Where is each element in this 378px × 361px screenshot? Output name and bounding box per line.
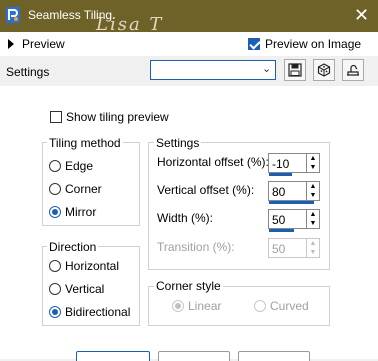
randomize-icon (347, 64, 359, 76)
width-value: 50 (272, 213, 286, 227)
help-button[interactable] (238, 351, 310, 361)
settings-label: Settings (6, 65, 50, 79)
mirror-label: Mirror (65, 205, 97, 219)
save-icon (288, 63, 302, 77)
randomize-button[interactable] (342, 59, 364, 81)
spin-arrows-icon: ▲ ▼ (306, 239, 319, 257)
bidirectional-radio[interactable] (49, 306, 61, 318)
width-level-bar (269, 229, 294, 232)
vertical-offset-value: 80 (272, 185, 286, 199)
transition-stepper: 50 ▲ ▼ (268, 238, 320, 258)
width-label: Width (%): (157, 211, 214, 225)
ok-button[interactable] (76, 351, 150, 361)
show-tiling-preview-checkbox[interactable] (50, 111, 62, 123)
edge-radio[interactable] (49, 160, 61, 172)
horizontal-offset-level-bar (269, 173, 292, 176)
tiling-method-title: Tiling method (47, 136, 123, 150)
close-icon[interactable]: ✕ (354, 6, 369, 24)
corner-radio[interactable] (49, 183, 61, 195)
mirror-radio[interactable] (49, 206, 61, 218)
vertical-offset-label: Vertical offset (%): (157, 183, 255, 197)
width-stepper[interactable]: 50 ▲ ▼ (268, 209, 320, 232)
reset-icon (317, 63, 331, 77)
expand-triangle-icon[interactable] (8, 39, 14, 49)
save-preset-button[interactable] (284, 59, 306, 81)
bidirectional-label: Bidirectional (65, 305, 131, 319)
paintshop-app-icon (6, 7, 20, 23)
horizontal-label: Horizontal (65, 259, 120, 273)
settings-group-title: Settings (154, 136, 202, 150)
transition-value: 50 (272, 242, 286, 256)
spin-arrows-icon[interactable]: ▲ ▼ (306, 210, 319, 228)
corner-style-title: Corner style (154, 279, 223, 293)
vertical-label: Vertical (65, 282, 105, 296)
corner-label: Corner (65, 182, 102, 196)
spin-arrows-icon[interactable]: ▲ ▼ (306, 154, 319, 172)
curved-label: Curved (270, 299, 309, 313)
cancel-button[interactable] (158, 351, 230, 361)
vertical-offset-level-bar (269, 201, 314, 204)
edge-label: Edge (65, 159, 94, 173)
linear-label: Linear (188, 299, 222, 313)
horizontal-offset-value: -10 (272, 157, 290, 171)
vertical-radio[interactable] (49, 283, 61, 295)
reset-preset-button[interactable] (313, 59, 335, 81)
direction-title: Direction (47, 240, 99, 254)
spin-arrows-icon[interactable]: ▲ ▼ (306, 182, 319, 200)
vertical-offset-stepper[interactable]: 80 ▲ ▼ (268, 181, 320, 204)
preview-on-image-checkbox[interactable] (248, 38, 260, 50)
horizontal-offset-label: Horizontal offset (%): (157, 155, 269, 169)
chevron-down-icon[interactable]: ⌄ (262, 62, 271, 75)
curved-radio (254, 300, 266, 312)
horizontal-radio[interactable] (49, 260, 61, 272)
transition-label: Transition (%): (157, 240, 235, 254)
preview-on-image-label: Preview on Image (265, 37, 362, 51)
show-tiling-preview-label: Show tiling preview (66, 110, 169, 124)
preset-dropdown[interactable] (150, 60, 276, 80)
linear-radio (172, 300, 184, 312)
horizontal-offset-stepper[interactable]: -10 ▲ ▼ (268, 153, 320, 176)
preview-toggle[interactable]: Preview (22, 37, 65, 51)
